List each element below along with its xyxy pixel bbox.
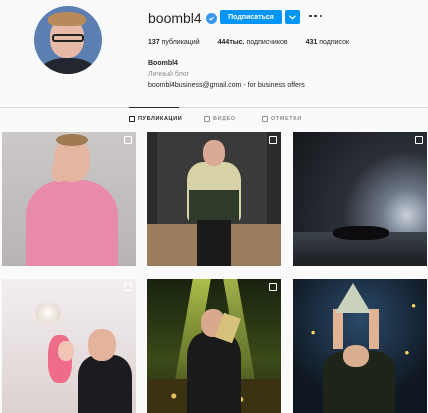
post-figure	[333, 309, 379, 349]
username-row: boombl4	[148, 10, 217, 26]
chevron-down-icon	[289, 14, 296, 20]
verified-badge-icon	[205, 12, 217, 24]
post-figure	[56, 134, 88, 146]
carousel-icon	[124, 283, 132, 291]
profile-avatar[interactable]	[34, 6, 102, 74]
more-dot-icon	[309, 14, 312, 18]
post-figure	[187, 333, 241, 413]
post-figure	[26, 180, 118, 266]
followers-count-value: 444тыс.	[217, 39, 245, 46]
post-thumbnail[interactable]	[147, 132, 281, 266]
posts-count-value: 137	[148, 39, 160, 46]
video-icon	[204, 116, 210, 122]
profile-bio-text: boombl4business@gmail.com - for business…	[148, 82, 305, 89]
post-thumbnail[interactable]	[2, 132, 136, 266]
posts-count-label: публикаций	[159, 39, 200, 46]
profile-full-name: Boombl4	[148, 60, 178, 67]
post-figure	[343, 345, 369, 367]
following-count-value: 431	[305, 39, 318, 46]
post-figure	[32, 303, 64, 323]
avatar-hair	[48, 12, 86, 26]
post-figure	[203, 140, 225, 166]
post-figure	[88, 329, 116, 361]
tab-video[interactable]: ВИДЕО	[204, 116, 236, 122]
tab-tagged[interactable]: ОТМЕТКИ	[262, 116, 302, 122]
avatar-shirt	[40, 58, 96, 74]
followers-count-label: подписчиков	[244, 39, 288, 46]
active-tab-indicator	[129, 107, 179, 108]
profile-category: Личный блог	[148, 71, 190, 78]
more-dot-icon	[319, 14, 322, 18]
post-thumbnail[interactable]	[293, 279, 427, 413]
profile-bio: Boombl4 Личный блог boombl4business@gmai…	[148, 58, 305, 91]
profile-tabs: ПУБЛИКАЦИИ ВИДЕО ОТМЕТКИ	[0, 116, 428, 126]
profile-divider	[0, 107, 428, 108]
more-dot-icon	[314, 14, 317, 18]
tab-posts[interactable]: ПУБЛИКАЦИИ	[129, 116, 182, 122]
subscribe-button[interactable]: Подписаться	[220, 10, 282, 24]
username: boombl4	[148, 10, 202, 26]
post-thumbnail[interactable]	[293, 132, 427, 266]
post-figure	[189, 190, 239, 222]
post-figure	[78, 355, 132, 413]
carousel-icon	[269, 283, 277, 291]
tab-posts-label: ПУБЛИКАЦИИ	[138, 116, 183, 122]
post-figure	[197, 220, 231, 266]
post-figure	[333, 226, 389, 240]
following-count[interactable]: 431 подписок	[306, 39, 349, 46]
carousel-icon	[269, 136, 277, 144]
tag-icon	[262, 116, 268, 122]
suggestions-dropdown-button[interactable]	[285, 10, 300, 24]
following-count-label: подписок	[317, 39, 350, 46]
post-thumbnail[interactable]	[2, 279, 136, 413]
carousel-icon	[415, 136, 423, 144]
followers-count[interactable]: 444тыс. подписчиков	[218, 39, 288, 46]
posts-count: 137 публикаций	[148, 39, 200, 46]
carousel-icon	[124, 136, 132, 144]
post-thumbnail[interactable]	[147, 279, 281, 413]
post-figure	[58, 341, 74, 361]
tab-video-label: ВИДЕО	[213, 116, 236, 122]
grid-icon	[129, 116, 135, 122]
post-figure	[52, 162, 66, 182]
avatar-glasses	[52, 34, 84, 42]
profile-stats: 137 публикаций 444тыс. подписчиков 431 п…	[148, 39, 367, 46]
tab-tagged-label: ОТМЕТКИ	[271, 116, 302, 122]
more-options-button[interactable]	[309, 11, 322, 21]
